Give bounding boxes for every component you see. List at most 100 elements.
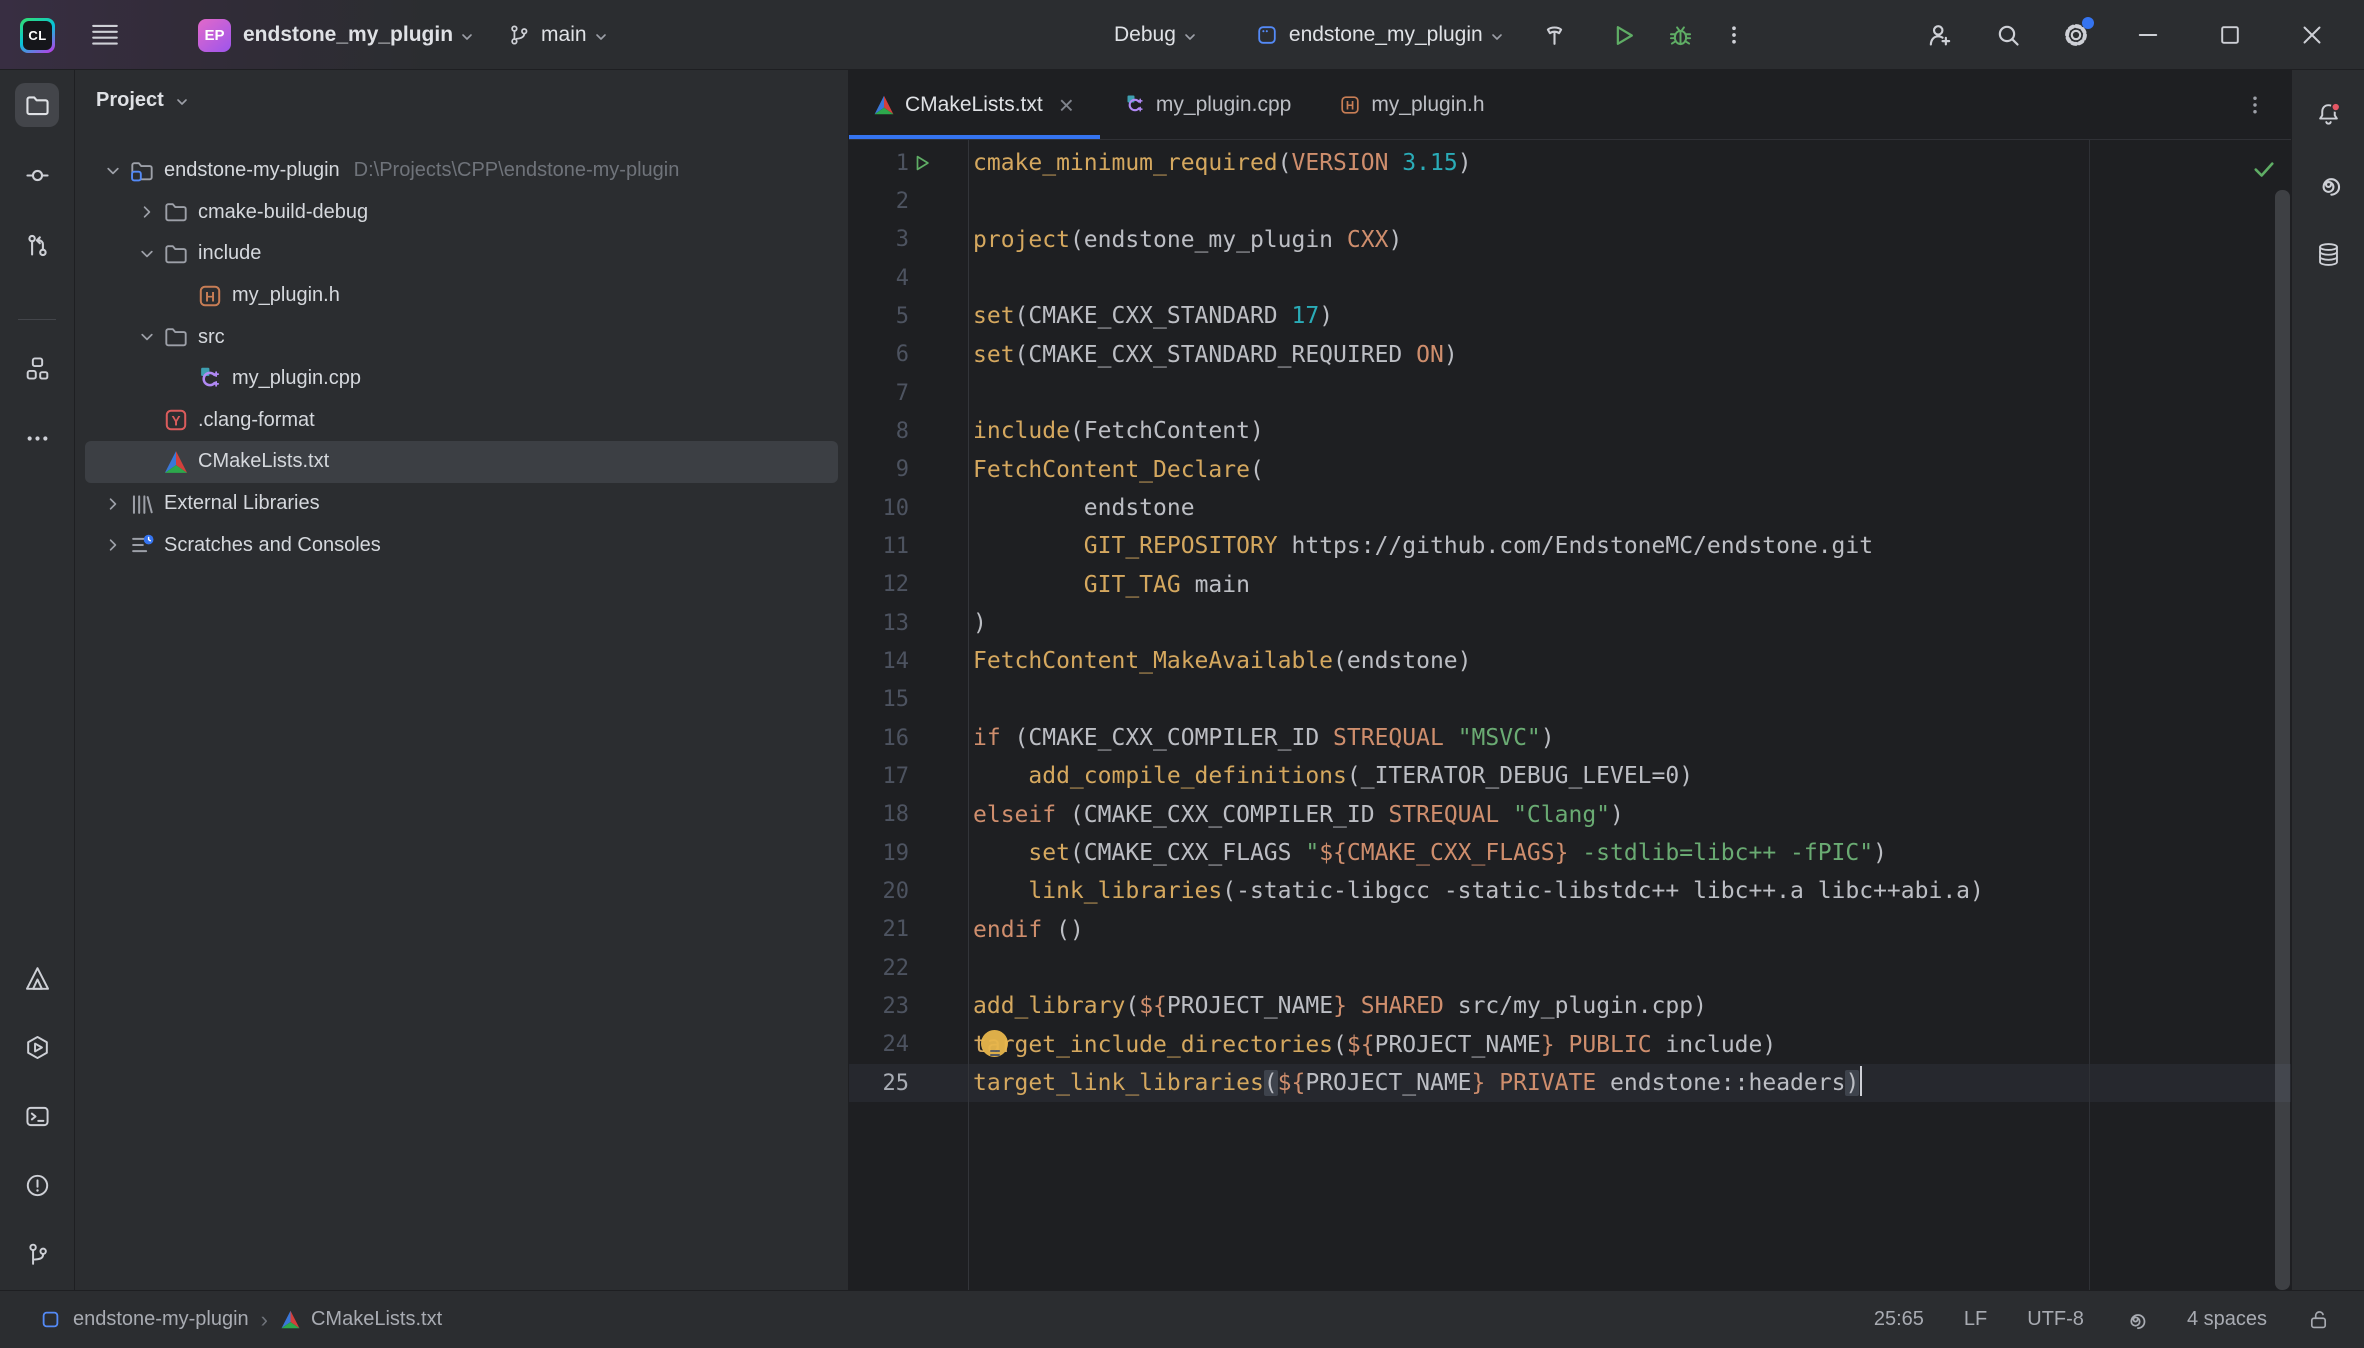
- code-text: endstone: [968, 495, 1195, 521]
- tree-item-include[interactable]: include: [85, 233, 838, 275]
- tree-item-cmakelists-txt[interactable]: CMakeLists.txt: [85, 441, 838, 483]
- code-line-17[interactable]: 17 add_compile_definitions(_ITERATOR_DEB…: [849, 757, 2291, 795]
- line-number: 19: [849, 841, 968, 866]
- editor-scrollbar[interactable]: [2275, 190, 2290, 1290]
- code-line-23[interactable]: 23add_library(${PROJECT_NAME} SHARED src…: [849, 987, 2291, 1025]
- line-number: 22: [849, 956, 968, 981]
- project-widget[interactable]: EP endstone_my_plugin: [153, 15, 481, 56]
- run-mode-selector[interactable]: Debug: [1108, 19, 1204, 51]
- code-line-7[interactable]: 7: [849, 374, 2291, 412]
- tree-item-my-plugin-cpp[interactable]: my_plugin.cpp: [85, 358, 838, 400]
- chevron-down-icon[interactable]: [101, 160, 125, 182]
- code-line-13[interactable]: 13): [849, 604, 2291, 642]
- code-line-12[interactable]: 12 GIT_TAG main: [849, 566, 2291, 604]
- code-line-5[interactable]: 5set(CMAKE_CXX_STANDARD 17): [849, 297, 2291, 335]
- more-run-actions-button[interactable]: [1716, 17, 1752, 53]
- tree-item-clang-format[interactable]: Y.clang-format: [85, 400, 838, 442]
- code-editor[interactable]: 1cmake_minimum_required(VERSION 3.15)23p…: [849, 140, 2291, 1290]
- inspections-status-widget[interactable]: [2251, 156, 2277, 182]
- tree-item-external-libraries[interactable]: External Libraries: [85, 483, 838, 525]
- tree-item-src[interactable]: src: [85, 316, 838, 358]
- ai-assistant-status-button[interactable]: [2124, 1308, 2147, 1331]
- code-line-15[interactable]: 15: [849, 681, 2291, 719]
- branch-icon: [507, 23, 531, 47]
- code-line-6[interactable]: 6set(CMAKE_CXX_STANDARD_REQUIRED ON): [849, 336, 2291, 374]
- ai-spiral-icon: [2124, 1308, 2147, 1331]
- indent-widget[interactable]: 4 spaces: [2187, 1308, 2267, 1331]
- tree-item-my-plugin-h[interactable]: Hmy_plugin.h: [85, 275, 838, 317]
- tab-close-button[interactable]: ×: [1057, 92, 1076, 118]
- tool-window-button-terminal[interactable]: [15, 1094, 59, 1138]
- close-icon: [2300, 23, 2324, 47]
- tool-window-button-structure[interactable]: [15, 346, 59, 390]
- editor-tab-my-plugin-cpp[interactable]: my_plugin.cpp: [1100, 70, 1315, 139]
- maximize-button[interactable]: [2200, 0, 2260, 70]
- chevron-right-icon[interactable]: [101, 493, 125, 515]
- kebab-menu-icon: [1722, 23, 1746, 47]
- editor-tab-my-plugin-h[interactable]: Hmy_plugin.h: [1315, 70, 1508, 139]
- code-line-11[interactable]: 11 GIT_REPOSITORY https://github.com/End…: [849, 527, 2291, 565]
- main-menu-button[interactable]: [90, 20, 120, 50]
- tool-window-button-commit[interactable]: [15, 153, 59, 197]
- code-line-16[interactable]: 16if (CMAKE_CXX_COMPILER_ID STREQUAL "MS…: [849, 719, 2291, 757]
- line-number: 20: [849, 879, 968, 904]
- editor-tab-cmakelists-txt[interactable]: CMakeLists.txt×: [849, 70, 1100, 139]
- minimize-button[interactable]: [2118, 0, 2178, 70]
- chevron-right-icon[interactable]: [101, 534, 125, 556]
- breadcrumb-project[interactable]: endstone-my-plugin: [40, 1308, 249, 1331]
- code-line-25[interactable]: 25target_link_libraries(${PROJECT_NAME} …: [849, 1064, 2291, 1102]
- code-line-22[interactable]: 22: [849, 949, 2291, 987]
- tree-item-endstone-my-plugin[interactable]: endstone-my-pluginD:\Projects\CPP\endsto…: [85, 150, 838, 192]
- run-line-icon[interactable]: [915, 155, 930, 171]
- code-line-3[interactable]: 3project(endstone_my_plugin CXX): [849, 221, 2291, 259]
- encoding-widget[interactable]: UTF-8: [2027, 1308, 2084, 1331]
- caret-position-widget[interactable]: 25:65: [1874, 1308, 1924, 1331]
- tool-window-button-ai-assistant[interactable]: [2306, 162, 2350, 206]
- chevron-down-icon[interactable]: [135, 326, 159, 348]
- chevron-down-icon[interactable]: [135, 243, 159, 265]
- tool-window-button-version-control[interactable]: [15, 1232, 59, 1276]
- code-line-20[interactable]: 20 link_libraries(-static-libgcc -static…: [849, 872, 2291, 910]
- tool-window-button-pull-requests[interactable]: [15, 223, 59, 267]
- intention-bulb-icon[interactable]: [981, 1030, 1008, 1057]
- code-line-9[interactable]: 9FetchContent_Declare(: [849, 451, 2291, 489]
- chevron-right-icon[interactable]: [135, 201, 159, 223]
- search-everywhere-button[interactable]: [1988, 15, 2028, 55]
- run-configuration-selector[interactable]: endstone_my_plugin: [1250, 19, 1511, 51]
- tool-window-button-notifications[interactable]: [2306, 92, 2350, 136]
- vcs-branch-widget[interactable]: main: [501, 19, 615, 51]
- run-button[interactable]: [1604, 16, 1643, 55]
- code-line-24[interactable]: 24target_include_directories(${PROJECT_N…: [849, 1026, 2291, 1064]
- code-line-4[interactable]: 4: [849, 259, 2291, 297]
- line-number: 24: [849, 1032, 968, 1057]
- breadcrumb-file[interactable]: CMakeLists.txt: [280, 1308, 442, 1331]
- project-panel-header[interactable]: Project: [75, 70, 848, 130]
- problems-icon: [24, 1172, 51, 1199]
- tree-item-cmake-build-debug[interactable]: cmake-build-debug: [85, 192, 838, 234]
- code-line-19[interactable]: 19 set(CMAKE_CXX_FLAGS "${CMAKE_CXX_FLAG…: [849, 834, 2291, 872]
- code-with-me-button[interactable]: [1920, 15, 1960, 55]
- tab-list-button[interactable]: [2237, 87, 2273, 123]
- line-number: 14: [849, 649, 968, 674]
- close-button[interactable]: [2282, 0, 2342, 70]
- code-line-10[interactable]: 10 endstone: [849, 489, 2291, 527]
- code-line-2[interactable]: 2: [849, 182, 2291, 220]
- tool-window-button-more[interactable]: [15, 416, 59, 460]
- tree-item-scratches-and-consoles[interactable]: Scratches and Consoles: [85, 524, 838, 566]
- settings-button[interactable]: [2056, 15, 2096, 55]
- tool-window-button-services[interactable]: [15, 1025, 59, 1069]
- line-separator-widget[interactable]: LF: [1964, 1308, 1987, 1331]
- tool-window-button-problems[interactable]: [15, 1163, 59, 1207]
- code-line-21[interactable]: 21endif (): [849, 911, 2291, 949]
- debug-button[interactable]: [1661, 16, 1700, 55]
- code-line-1[interactable]: 1cmake_minimum_required(VERSION 3.15): [849, 144, 2291, 182]
- tool-window-button-cmake[interactable]: [15, 956, 59, 1000]
- readonly-toggle[interactable]: [2307, 1308, 2330, 1331]
- build-button[interactable]: [1535, 16, 1574, 55]
- tool-window-button-database[interactable]: [2306, 232, 2350, 276]
- tool-window-button-project[interactable]: [15, 83, 59, 127]
- tree-item-label: Scratches and Consoles: [164, 534, 381, 557]
- code-line-8[interactable]: 8include(FetchContent): [849, 412, 2291, 450]
- code-line-18[interactable]: 18elseif (CMAKE_CXX_COMPILER_ID STREQUAL…: [849, 796, 2291, 834]
- code-line-14[interactable]: 14FetchContent_MakeAvailable(endstone): [849, 642, 2291, 680]
